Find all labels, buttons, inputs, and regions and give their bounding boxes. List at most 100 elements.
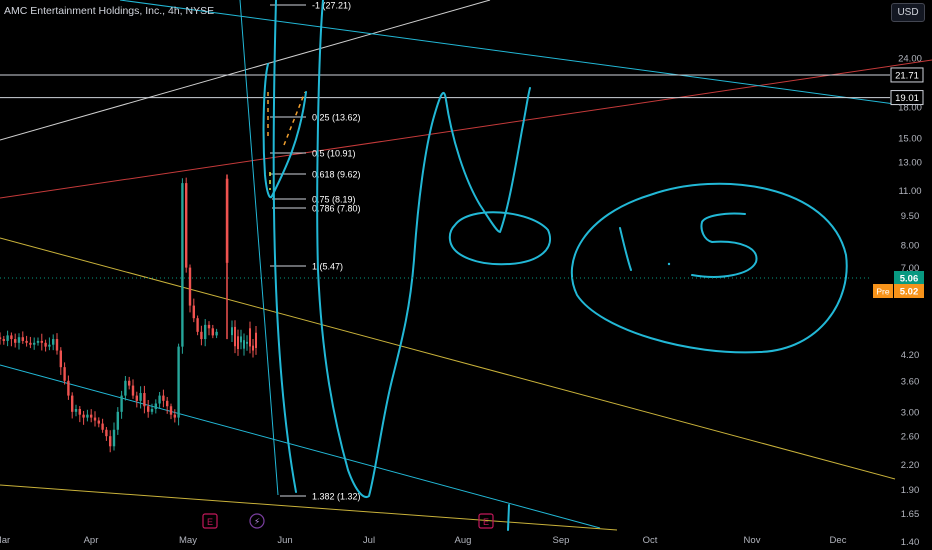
candle-body (143, 393, 146, 407)
candle-body (29, 342, 32, 345)
candle-body (6, 335, 9, 341)
premarket-price-label: 5.02 (900, 287, 919, 298)
candle-body (2, 339, 5, 341)
lightning-icon: ⚡ (254, 517, 260, 527)
time-tick-label: Apr (84, 535, 99, 546)
candle-body (82, 414, 85, 418)
candle-body (231, 327, 233, 336)
candle-body (139, 393, 142, 401)
candle-body (192, 305, 195, 319)
fib-level-label: 1.382 (1.32) (312, 492, 361, 502)
candle-body (249, 328, 251, 347)
price-tick-label: 2.60 (901, 432, 920, 443)
currency-button[interactable]: USD (891, 3, 925, 22)
candle-body (59, 350, 62, 368)
current-price-label: 5.06 (900, 274, 919, 285)
freehand-bottom-tick (507, 504, 510, 531)
candle-body (181, 183, 184, 347)
earnings-marker-label: E (207, 517, 213, 527)
candle-body (120, 395, 123, 412)
price-tick-label: 13.00 (898, 158, 922, 169)
candle-body (234, 326, 236, 347)
candle-body (135, 395, 138, 401)
price-chart[interactable]: 21.7119.01 -1 (27.21)0.25 (13.62)0.5 (10… (0, 0, 932, 550)
candle-body (177, 346, 180, 418)
candle-body (158, 395, 161, 404)
candle-body (90, 414, 93, 418)
price-tick-label: 4.20 (901, 350, 920, 361)
candle-body (240, 336, 242, 343)
fib-level-label: 0.786 (7.80) (312, 204, 361, 214)
price-tick-label: 9.50 (901, 211, 920, 222)
candle-body (169, 406, 173, 415)
candle-body (150, 409, 154, 412)
fib-level-label: 1 (5.47) (312, 262, 343, 272)
candle-body (93, 417, 97, 421)
premarket-tag-label: Pre (876, 287, 890, 297)
freehand-dot (667, 262, 671, 266)
candle-body (147, 406, 150, 412)
candle-body (166, 400, 169, 407)
price-tick-label: 2.20 (901, 460, 920, 471)
candle-body (237, 336, 239, 349)
price-tick-label: 1.90 (901, 485, 920, 496)
candle-body (48, 344, 51, 347)
time-tick-label: Sep (553, 535, 570, 546)
candle-body (255, 332, 257, 348)
candle-body (14, 339, 17, 343)
candle-body (0, 337, 2, 340)
candle-body (63, 367, 66, 381)
candle-body (112, 429, 116, 447)
candle-body (10, 335, 13, 340)
time-tick-label: Dec (830, 535, 847, 546)
candle-body (243, 340, 245, 349)
fib-level-label: 0.25 (13.62) (312, 113, 361, 123)
candle-body (225, 178, 229, 263)
candle-body (74, 409, 78, 412)
price-tick-label: 1.40 (901, 537, 920, 548)
candle-body (124, 380, 127, 396)
candle-body (204, 324, 207, 340)
candle-body (25, 340, 28, 343)
time-tick-label: Aug (455, 535, 472, 546)
price-tick-label: 8.00 (901, 240, 920, 251)
candle-body (162, 395, 165, 401)
candle-body (207, 324, 211, 329)
earnings-marker-label: E (483, 517, 489, 527)
candle-body (52, 339, 55, 345)
candle-body (173, 414, 176, 418)
price-tick-label: 1.65 (901, 509, 920, 520)
symbol-title: AMC Entertainment Holdings, Inc., 4h, NY… (4, 5, 215, 17)
time-tick-label: Jul (363, 535, 375, 546)
candle-body (252, 345, 254, 351)
candle-body (86, 414, 89, 418)
price-tick-label: 3.60 (901, 376, 920, 387)
candle-body (185, 183, 188, 268)
candle-body (188, 267, 192, 306)
time-tick-label: Mar (0, 535, 10, 546)
candle-body (33, 342, 36, 345)
candle-body (78, 409, 81, 415)
candle-body (55, 339, 59, 351)
candle-body (71, 395, 74, 412)
price-tick-label: 18.00 (898, 102, 922, 113)
price-tick-label: 3.00 (901, 407, 920, 418)
candle-body (200, 331, 203, 340)
time-tick-label: Jun (277, 535, 292, 546)
fib-level-label: 0.618 (9.62) (312, 170, 361, 180)
candle-body (17, 337, 21, 343)
candle-body (131, 385, 135, 396)
candle-body (97, 420, 100, 424)
candle-body (67, 380, 70, 396)
candle-body (196, 318, 199, 332)
candle-body (44, 342, 47, 347)
time-tick-label: May (179, 535, 197, 546)
horizontal-level-label: 21.71 (895, 70, 919, 81)
price-tick-label: 11.00 (898, 186, 921, 197)
candle-body (109, 436, 112, 447)
candle-body (40, 340, 43, 343)
candle-body (116, 411, 119, 430)
price-tick-label: 15.00 (898, 133, 922, 144)
candle-body (21, 337, 24, 341)
candle-body (215, 331, 218, 336)
